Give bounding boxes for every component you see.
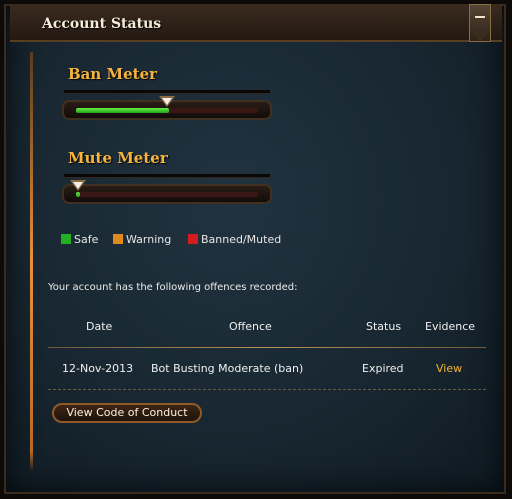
- collapse-tab-tip: [470, 31, 490, 41]
- view-evidence-link[interactable]: View: [436, 362, 462, 375]
- offence-status: Expired: [362, 362, 404, 375]
- safe-swatch-icon: [61, 234, 71, 244]
- panel-title: Account Status: [42, 16, 162, 32]
- minus-icon: [475, 16, 485, 18]
- mute-meter-track: [76, 192, 258, 197]
- offence-name: Bot Busting Moderate (ban): [151, 362, 304, 375]
- mute-meter: [62, 184, 272, 204]
- ban-meter-rule: [64, 90, 270, 94]
- ban-meter-marker-icon: [159, 96, 175, 107]
- collapse-button[interactable]: [469, 4, 491, 42]
- banned-swatch-icon: [188, 234, 198, 244]
- offence-date: 12-Nov-2013: [62, 362, 134, 375]
- view-code-of-conduct-button[interactable]: View Code of Conduct: [52, 403, 202, 423]
- panel-header: Account Status: [10, 4, 502, 42]
- column-header-evidence: Evidence: [425, 320, 476, 333]
- mute-meter-rule: [64, 174, 270, 178]
- ban-meter-fill: [76, 108, 169, 113]
- table-header-divider: [48, 347, 486, 348]
- column-header-status: Status: [366, 320, 402, 333]
- mute-meter-marker-icon: [70, 180, 86, 191]
- warning-swatch-icon: [113, 234, 123, 244]
- offences-intro: Your account has the following offences …: [48, 282, 298, 293]
- mute-meter-fill: [76, 192, 80, 197]
- decorative-divider: [30, 52, 33, 472]
- column-header-offence: Offence: [229, 320, 272, 333]
- ban-meter-title: Ban Meter: [68, 65, 158, 83]
- mute-meter-title: Mute Meter: [68, 149, 168, 167]
- column-header-date: Date: [86, 320, 113, 333]
- table-row-divider: [48, 389, 486, 391]
